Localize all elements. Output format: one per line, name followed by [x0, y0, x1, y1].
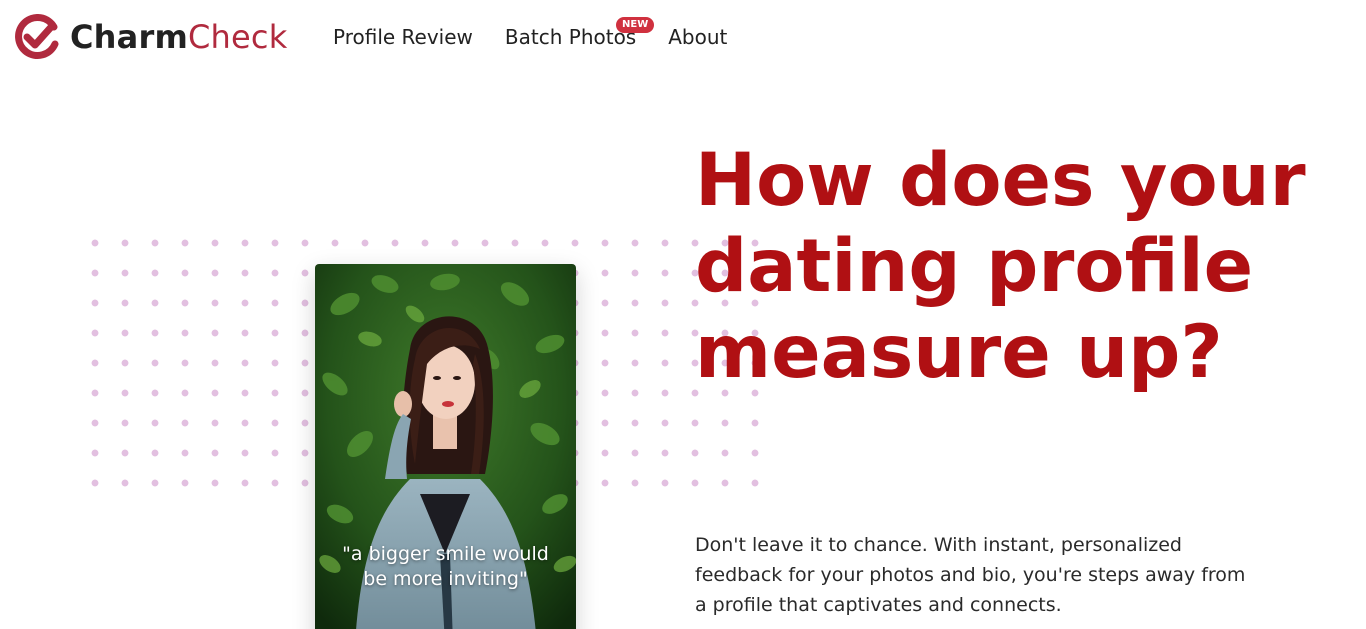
- nav-batch-photos[interactable]: Batch Photos NEW: [505, 17, 655, 50]
- sample-profile-photo: "a bigger smile would be more inviting": [315, 264, 576, 629]
- main-nav: Profile Review Batch Photos NEW About: [333, 17, 727, 50]
- new-badge: NEW: [616, 17, 655, 33]
- logo-link[interactable]: CharmCheck: [14, 14, 287, 60]
- brand-name: CharmCheck: [70, 14, 287, 60]
- check-circle-icon: [15, 14, 59, 59]
- hero-headline: How does your dating profile measure up?: [695, 138, 1306, 395]
- hero-subtext: Don't leave it to chance. With instant, …: [695, 534, 1246, 616]
- brand-name-charm: Charm: [70, 18, 188, 56]
- photo-feedback-quote: "a bigger smile would be more inviting": [342, 543, 549, 590]
- nav-profile-review[interactable]: Profile Review: [333, 24, 473, 50]
- brand-name-check: Check: [187, 18, 288, 56]
- landing-page: CharmCheck Profile Review Batch Photos N…: [0, 0, 1366, 629]
- nav-about[interactable]: About: [668, 24, 727, 50]
